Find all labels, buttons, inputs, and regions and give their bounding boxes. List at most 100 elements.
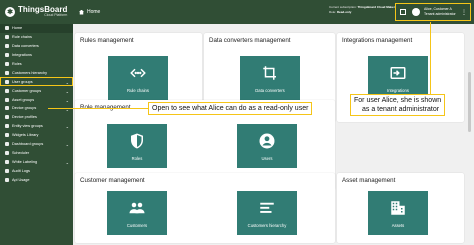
sidebar-item-label: Api Usage <box>12 177 30 182</box>
sidebar-item-customers-hierarchy[interactable]: Customers hierarchy <box>0 68 73 77</box>
sidebar-item-user-groups[interactable]: User groups ⌄ <box>0 77 73 87</box>
tile-data-converters[interactable]: Data converters <box>240 56 300 100</box>
sidebar-item-scheduler[interactable]: Scheduler <box>0 148 73 157</box>
sidebar-item-integrations[interactable]: Integrations <box>0 51 73 60</box>
more-vert-icon[interactable]: ⋮ <box>461 9 467 16</box>
breadcrumb[interactable]: Home <box>79 9 100 15</box>
customer-groups-icon <box>5 88 9 93</box>
tile-customers-hierarchy[interactable]: Customers hierarchy <box>237 191 297 235</box>
entity-view-groups-icon <box>5 124 9 129</box>
sidebar-item-dashboard-groups[interactable]: Dashboard groups ⌄ <box>0 140 73 149</box>
tile-customers[interactable]: Customers <box>107 191 167 235</box>
widgets-library-icon <box>5 133 9 138</box>
tile-roles[interactable]: Roles <box>107 124 167 168</box>
tile-rule-chains[interactable]: Rule chains <box>108 56 168 100</box>
device-profiles-icon <box>5 115 9 120</box>
chevron-down-icon: ⌄ <box>65 124 69 130</box>
sidebar-item-label: Audit Logs <box>12 168 30 173</box>
sidebar-item-label: Widgets Library <box>12 133 39 138</box>
tile-label: Data converters <box>255 87 285 93</box>
sidebar-item-roles[interactable]: Roles <box>0 60 73 69</box>
card-title: Asset management <box>342 177 396 184</box>
sidebar-item-widgets-library[interactable]: Widgets Library <box>0 131 73 140</box>
tile-label: Users <box>261 155 273 161</box>
fullscreen-icon[interactable] <box>400 9 406 15</box>
customers-hierarchy-icon <box>258 199 276 217</box>
tile-label: Integrations <box>387 87 409 93</box>
sidebar-item-rule-chains[interactable]: Rule chains <box>0 33 73 42</box>
sidebar-item-label: Data converters <box>12 44 39 49</box>
tile-label: Customers hierarchy <box>247 222 287 228</box>
scrollbar[interactable] <box>468 72 471 132</box>
home-icon <box>79 9 84 15</box>
sidebar-item-label: Dashboard groups <box>12 142 44 147</box>
callout-connector <box>48 108 148 109</box>
sidebar-item-label: Device groups <box>12 106 37 111</box>
tile-users[interactable]: Users <box>237 124 297 168</box>
sidebar: ✱ ThingsBoard Cloud Platform Home Rule ch… <box>0 0 73 245</box>
rule-chains-icon <box>5 35 9 40</box>
sidebar-item-label: Scheduler <box>12 150 30 155</box>
users-icon <box>258 132 276 150</box>
sidebar-item-home[interactable]: Home <box>0 24 73 33</box>
subscription-label: Current subscription: <box>329 5 357 9</box>
sidebar-item-white-labeling[interactable]: White Labeling ⌄ <box>0 157 73 166</box>
role-label: Role: <box>329 10 337 14</box>
tile-label: Roles <box>131 155 143 161</box>
top-bar: Home Current subscription: ThingsBoard C… <box>73 0 474 24</box>
user-role: Tenant administrator <box>424 12 456 16</box>
breadcrumb-home: Home <box>87 9 101 15</box>
tile-label: Assets <box>391 222 405 228</box>
callout-read-only: Open to see what Alice can do as a read-… <box>148 102 313 115</box>
callout-connector <box>430 22 431 94</box>
white-labeling-icon <box>5 159 9 164</box>
chevron-down-icon: ⌄ <box>65 142 69 148</box>
chevron-down-icon: ⌄ <box>65 88 69 94</box>
sidebar-item-label: Roles <box>12 62 22 66</box>
customers-icon <box>128 199 146 217</box>
card-customer-management: Customer management Customers Customers h… <box>75 173 335 243</box>
thingsboard-logo-icon: ✱ <box>5 7 15 17</box>
sidebar-item-label: White Labeling <box>12 159 38 164</box>
card-asset-management: Asset management Assets <box>337 173 464 243</box>
sidebar-item-label: Home <box>12 26 23 31</box>
sidebar-item-customer-groups[interactable]: Customer groups ⌄ <box>0 86 73 95</box>
sidebar-item-label: User groups <box>12 79 33 84</box>
sidebar-item-label: Customers hierarchy <box>12 70 48 75</box>
logo[interactable]: ✱ ThingsBoard Cloud Platform <box>0 0 73 24</box>
audit-logs-icon <box>5 168 9 173</box>
sidebar-item-label: Integrations <box>12 53 32 58</box>
integrations-icon <box>5 53 9 58</box>
home-icon <box>5 26 9 31</box>
callout-tenant-line1: For user Alice, she is shown <box>354 97 442 104</box>
tile-label: Rule chains <box>127 87 149 93</box>
user-groups-icon <box>5 79 9 84</box>
chevron-down-icon: ⌄ <box>65 79 69 85</box>
chevron-down-icon: ⌄ <box>65 159 69 165</box>
chevron-down-icon: ⌄ <box>65 97 69 103</box>
logo-subtitle: Cloud Platform <box>44 13 68 18</box>
tile-label: Customers <box>126 222 148 228</box>
sidebar-item-audit-logs[interactable]: Audit Logs <box>0 166 73 175</box>
tile-assets[interactable]: Assets <box>368 191 428 235</box>
rule-chains-icon <box>129 64 147 82</box>
callout-tenant-admin: For user Alice, she is shown as a tenant… <box>350 94 446 116</box>
sidebar-item-label: Customer groups <box>12 88 42 93</box>
data-converters-icon <box>5 44 9 49</box>
avatar[interactable] <box>412 8 420 16</box>
user-menu-area: Alice, Customer A Tenant administrator ⋮ <box>395 3 471 21</box>
sidebar-item-asset-groups[interactable]: Asset groups ⌄ <box>0 95 73 104</box>
roles-icon <box>128 132 146 150</box>
assets-icon <box>389 199 407 217</box>
roles-icon <box>5 62 9 66</box>
sidebar-item-label: Device profiles <box>12 115 37 120</box>
data-converters-icon <box>261 64 279 82</box>
sidebar-item-data-converters[interactable]: Data converters <box>0 42 73 51</box>
card-title: Customer management <box>80 177 145 184</box>
sidebar-item-entity-view-groups[interactable]: Entity view groups ⌄ <box>0 122 73 131</box>
sidebar-item-device-profiles[interactable]: Device profiles <box>0 113 73 122</box>
home-dashboard: Rules management Rule chains Data conver… <box>73 24 474 245</box>
callout-tenant-line2: as a tenant administrator <box>362 106 440 113</box>
sidebar-item-api-usage[interactable]: Api Usage <box>0 175 73 184</box>
role-value: Read-only <box>336 10 352 14</box>
